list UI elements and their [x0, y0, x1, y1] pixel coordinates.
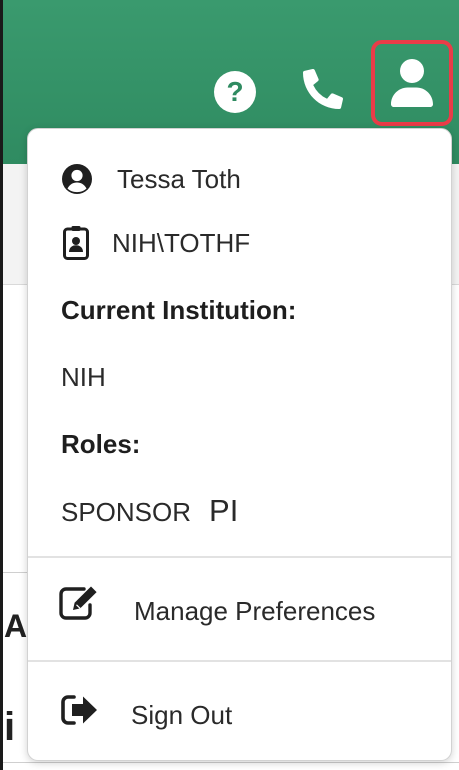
roles-row: SPONSOR PI: [61, 493, 238, 529]
page-divider: [3, 762, 459, 763]
roles-label-row: Roles:: [61, 429, 140, 460]
user-menu-button[interactable]: [371, 40, 453, 126]
help-button[interactable]: ?: [213, 70, 257, 114]
page-heading-fragment: i: [4, 705, 16, 749]
sign-out-icon: [61, 695, 97, 725]
sign-out-label: Sign Out: [131, 700, 233, 730]
phone-icon: [303, 69, 343, 109]
institution-label: Current Institution:: [61, 295, 297, 325]
role-badge: SPONSOR: [61, 497, 192, 527]
user-full-name: Tessa Toth: [117, 163, 241, 194]
username: NIH\TOTHF: [112, 227, 251, 258]
user-dropdown-menu: Tessa Toth NIH\TOTHF Current Institution…: [27, 128, 452, 761]
user-icon: [391, 59, 433, 107]
question-circle-icon: ?: [214, 71, 256, 113]
role-badge: PI: [209, 493, 239, 528]
username-row: NIH\TOTHF: [63, 226, 250, 260]
user-name-row: Tessa Toth: [61, 163, 241, 195]
manage-preferences-label: Manage Preferences: [134, 596, 376, 626]
institution-label-row: Current Institution:: [61, 295, 296, 326]
institution-value-row: NIH: [61, 362, 106, 393]
edit-icon: [59, 586, 97, 620]
phone-button[interactable]: [300, 66, 346, 112]
svg-text:?: ?: [226, 76, 243, 107]
page-heading-fragment: A: [4, 608, 28, 644]
sign-out-item[interactable]: Sign Out: [28, 662, 451, 760]
user-circle-icon: [62, 164, 92, 194]
id-badge-icon: [63, 226, 89, 260]
manage-preferences-item[interactable]: Manage Preferences: [28, 558, 451, 660]
roles-label: Roles:: [61, 429, 141, 459]
institution-value: NIH: [61, 362, 106, 392]
